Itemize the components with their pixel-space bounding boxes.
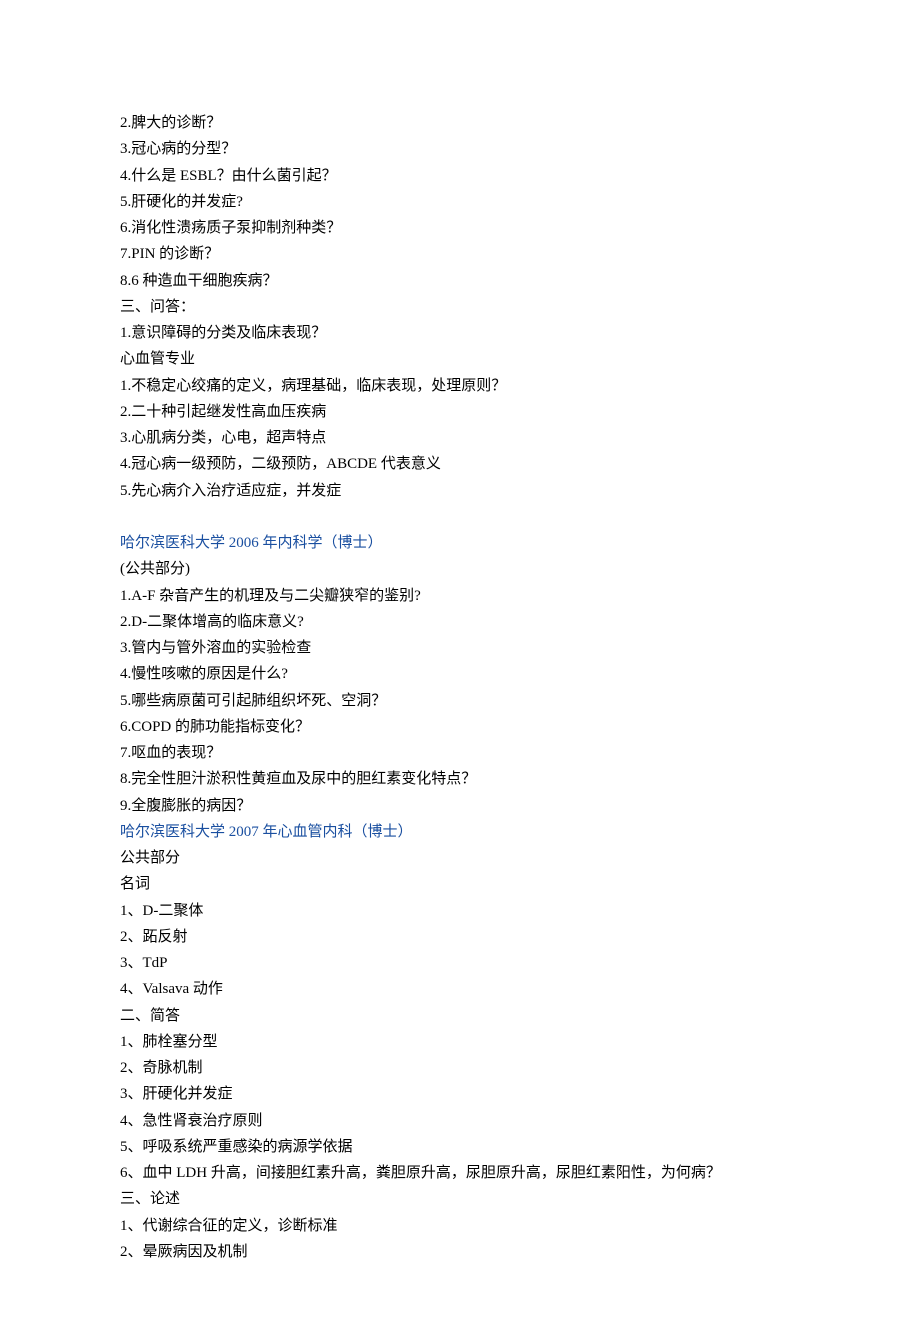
text-line: 心血管专业 bbox=[120, 346, 800, 372]
text-line: 4.慢性咳嗽的原因是什么? bbox=[120, 661, 800, 687]
text-line: 二、简答 bbox=[120, 1003, 800, 1029]
text-line: 2.D-二聚体增高的临床意义? bbox=[120, 609, 800, 635]
text-line: 5、呼吸系统严重感染的病源学依据 bbox=[120, 1134, 800, 1160]
heading-line: 哈尔滨医科大学 2007 年心血管内科（博士） bbox=[120, 819, 800, 845]
text-line: 1、D-二聚体 bbox=[120, 898, 800, 924]
text-line: 5.哪些病原菌可引起肺组织坏死、空洞？ bbox=[120, 688, 800, 714]
text-line: 1、肺栓塞分型 bbox=[120, 1029, 800, 1055]
text-line: 6.COPD 的肺功能指标变化？ bbox=[120, 714, 800, 740]
text-line: 2.脾大的诊断？ bbox=[120, 110, 800, 136]
text-line: 2、晕厥病因及机制 bbox=[120, 1239, 800, 1265]
text-line: 三、问答： bbox=[120, 294, 800, 320]
text-line: 6.消化性溃疡质子泵抑制剂种类？ bbox=[120, 215, 800, 241]
text-line: 1.A-F 杂音产生的机理及与二尖瓣狭窄的鉴别? bbox=[120, 583, 800, 609]
text-line bbox=[120, 504, 800, 530]
text-line: 名词 bbox=[120, 871, 800, 897]
text-line: 3.心肌病分类，心电，超声特点 bbox=[120, 425, 800, 451]
heading-line: 哈尔滨医科大学 2006 年内科学（博士） bbox=[120, 530, 800, 556]
text-line: 4、急性肾衰治疗原则 bbox=[120, 1108, 800, 1134]
text-line: 1.意识障碍的分类及临床表现？ bbox=[120, 320, 800, 346]
text-line: 三、论述 bbox=[120, 1186, 800, 1212]
text-line: 6、血中 LDH 升高，间接胆红素升高，粪胆原升高，尿胆原升高，尿胆红素阳性，为… bbox=[120, 1160, 800, 1186]
text-line: 2.二十种引起继发性高血压疾病 bbox=[120, 399, 800, 425]
text-line: 8.6 种造血干细胞疾病？ bbox=[120, 268, 800, 294]
text-line: 4、Valsava 动作 bbox=[120, 976, 800, 1002]
text-line: 5.肝硬化的并发症? bbox=[120, 189, 800, 215]
document-content: 2.脾大的诊断？3.冠心病的分型？4.什么是 ESBL？由什么菌引起？5.肝硬化… bbox=[120, 110, 800, 1265]
text-line: 1.不稳定心绞痛的定义，病理基础，临床表现，处理原则？ bbox=[120, 373, 800, 399]
text-line: 5.先心病介入治疗适应症，并发症 bbox=[120, 478, 800, 504]
text-line: 8.完全性胆汁淤积性黄疸血及尿中的胆红素变化特点？ bbox=[120, 766, 800, 792]
text-line: 2、奇脉机制 bbox=[120, 1055, 800, 1081]
text-line: 公共部分 bbox=[120, 845, 800, 871]
text-line: 7.PIN 的诊断？ bbox=[120, 241, 800, 267]
text-line: 3.冠心病的分型？ bbox=[120, 136, 800, 162]
text-line: 4.冠心病一级预防，二级预防，ABCDE 代表意义 bbox=[120, 451, 800, 477]
text-line: 7.呕血的表现？ bbox=[120, 740, 800, 766]
text-line: 9.全腹膨胀的病因？ bbox=[120, 793, 800, 819]
text-line: 3、肝硬化并发症 bbox=[120, 1081, 800, 1107]
text-line: (公共部分) bbox=[120, 556, 800, 582]
text-line: 1、代谢综合征的定义，诊断标准 bbox=[120, 1213, 800, 1239]
text-line: 4.什么是 ESBL？由什么菌引起？ bbox=[120, 163, 800, 189]
text-line: 3、TdP bbox=[120, 950, 800, 976]
text-line: 3.管内与管外溶血的实验检查 bbox=[120, 635, 800, 661]
text-line: 2、跖反射 bbox=[120, 924, 800, 950]
